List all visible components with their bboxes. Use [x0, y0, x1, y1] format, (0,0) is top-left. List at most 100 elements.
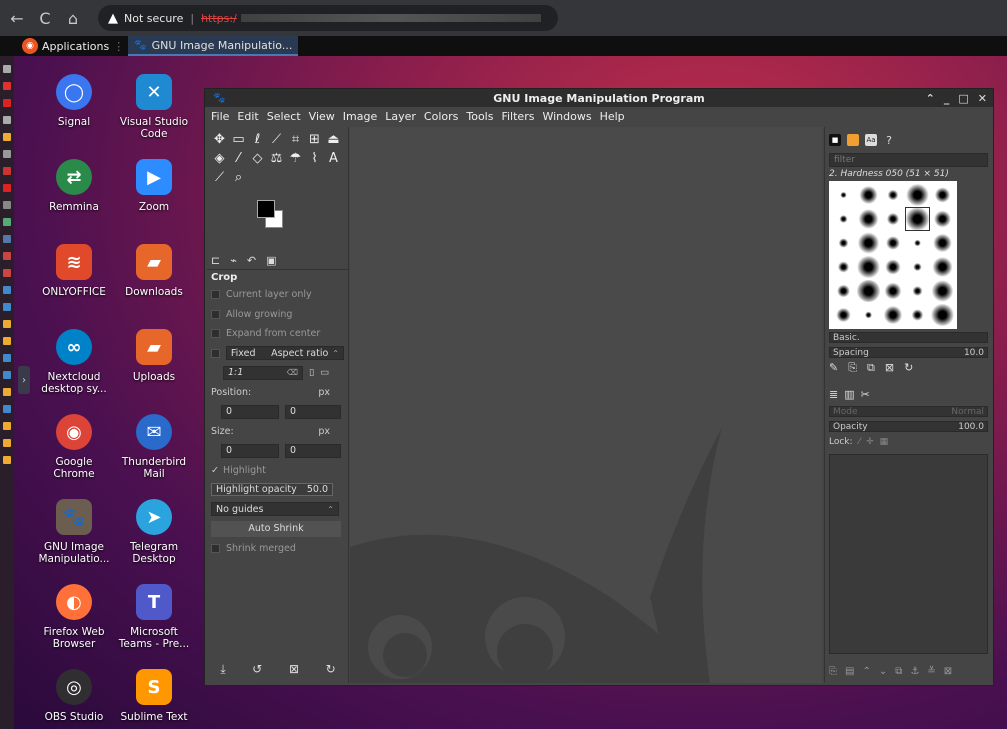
- desktop-icon[interactable]: ▰ Uploads: [114, 329, 194, 414]
- back-arrow-icon[interactable]: ←: [6, 7, 28, 29]
- desktop-icon[interactable]: ◉ Google Chrome: [34, 414, 114, 499]
- menu-layer[interactable]: Layer: [385, 110, 416, 123]
- fuzzy-select-icon[interactable]: ⟋: [268, 131, 285, 148]
- allow-growing-row[interactable]: Allow growing: [211, 305, 344, 325]
- current-layer-only-row[interactable]: Current layer only: [211, 285, 344, 305]
- window-close-icon[interactable]: ✕: [978, 92, 987, 105]
- dock-icon[interactable]: [3, 133, 11, 141]
- zoom-tool-icon[interactable]: ⌕: [230, 169, 247, 186]
- brush-filter-input[interactable]: filter: [829, 153, 988, 167]
- channels-tab-icon[interactable]: ▥: [844, 388, 854, 401]
- dock-expand-handle[interactable]: ›: [18, 366, 30, 394]
- position-x-input[interactable]: 0: [221, 404, 279, 419]
- lasso-icon[interactable]: ℓ: [249, 131, 266, 148]
- brush-swatch[interactable]: [832, 184, 855, 206]
- lock-position-icon[interactable]: ✛: [866, 437, 874, 447]
- menu-image[interactable]: Image: [343, 110, 377, 123]
- brush-swatch[interactable]: [906, 280, 930, 302]
- dock-icon[interactable]: [3, 320, 11, 328]
- layer-mode-select[interactable]: Mode Normal: [829, 406, 988, 417]
- lock-pixels-icon[interactable]: ⁄: [859, 437, 861, 447]
- brush-swatch[interactable]: [881, 232, 905, 254]
- dock-icon[interactable]: [3, 354, 11, 362]
- brush-swatch[interactable]: [856, 208, 880, 230]
- brush-swatch[interactable]: [856, 256, 880, 278]
- help-icon[interactable]: ?: [883, 134, 895, 147]
- foreground-color-swatch[interactable]: [257, 200, 275, 218]
- lower-layer-icon[interactable]: ⌄: [879, 666, 887, 677]
- brush-swatch[interactable]: [906, 184, 930, 206]
- bucket-fill-icon[interactable]: ◈: [211, 150, 228, 167]
- window-minimize-icon[interactable]: _: [944, 92, 950, 105]
- dock-icon[interactable]: [3, 184, 11, 192]
- ratio-input[interactable]: 1:1 ⌫: [223, 365, 303, 380]
- brushes-tab-icon[interactable]: ■: [829, 134, 841, 146]
- shrink-merged-row[interactable]: Shrink merged: [211, 539, 344, 559]
- menu-tools[interactable]: Tools: [466, 110, 493, 123]
- edit-brush-icon[interactable]: ✎: [829, 361, 838, 375]
- brush-swatch[interactable]: [856, 304, 880, 326]
- layer-group-icon[interactable]: ▤: [845, 666, 854, 677]
- desktop-icon[interactable]: ◐ Firefox Web Browser: [34, 584, 114, 669]
- applications-menu[interactable]: Applications: [42, 40, 109, 53]
- merge-layer-icon[interactable]: ≚: [927, 666, 935, 677]
- save-preset-icon[interactable]: ⤓: [220, 662, 225, 677]
- transform-tool-icon[interactable]: ⊞: [306, 131, 323, 148]
- anchor-layer-icon[interactable]: ⚓: [910, 666, 919, 677]
- brush-swatch[interactable]: [832, 304, 855, 326]
- dock-icon[interactable]: [3, 337, 11, 345]
- checkbox[interactable]: [211, 329, 220, 339]
- dock-icon[interactable]: [3, 99, 11, 107]
- delete-brush-icon[interactable]: ⊠: [885, 361, 894, 375]
- portrait-icon[interactable]: ▯: [309, 367, 314, 378]
- dock-icon[interactable]: [3, 235, 11, 243]
- dock-icon[interactable]: [3, 218, 11, 226]
- dock-icon[interactable]: [3, 286, 11, 294]
- desktop-icon[interactable]: ≋ ONLYOFFICE: [34, 244, 114, 329]
- move-tool-icon[interactable]: ✥: [211, 131, 228, 148]
- tool-options-tab-icon[interactable]: ⊏: [211, 254, 220, 267]
- new-layer-icon[interactable]: ⎘: [829, 666, 837, 677]
- desktop-icon[interactable]: ◯ Signal: [34, 74, 114, 159]
- images-tab-icon[interactable]: ▣: [266, 254, 276, 267]
- address-bar[interactable]: ▲ Not secure | https :/: [98, 5, 558, 31]
- desktop-icon[interactable]: 🐾 GNU Image Manipulatio...: [34, 499, 114, 584]
- restore-icon[interactable]: ↺: [252, 662, 262, 677]
- brush-swatch[interactable]: [881, 208, 905, 230]
- checkbox[interactable]: [211, 543, 220, 553]
- brush-swatch[interactable]: [881, 184, 905, 206]
- brush-swatch[interactable]: [881, 280, 905, 302]
- checkbox[interactable]: [211, 309, 220, 319]
- desktop-icon[interactable]: ∞ Nextcloud desktop sy...: [34, 329, 114, 414]
- menu-edit[interactable]: Edit: [237, 110, 258, 123]
- patterns-tab-icon[interactable]: [847, 134, 859, 146]
- fixed-checkbox[interactable]: [211, 348, 220, 358]
- spacing-slider[interactable]: Spacing 10.0: [829, 347, 988, 358]
- menu-filters[interactable]: Filters: [501, 110, 534, 123]
- rect-select-icon[interactable]: ▭: [230, 131, 247, 148]
- dock-icon[interactable]: [3, 371, 11, 379]
- position-unit[interactable]: px: [318, 387, 330, 398]
- fixed-mode-select[interactable]: Fixed Aspect ratio ⌃: [225, 346, 344, 361]
- clear-icon[interactable]: ⌫: [287, 368, 298, 377]
- position-y-input[interactable]: 0: [285, 404, 341, 419]
- expand-from-center-row[interactable]: Expand from center: [211, 324, 344, 344]
- window-shade-icon[interactable]: ⌃: [926, 92, 935, 105]
- brush-swatch[interactable]: [832, 232, 855, 254]
- auto-shrink-button[interactable]: Auto Shrink: [211, 520, 341, 537]
- dock-icon[interactable]: [3, 201, 11, 209]
- brush-swatch[interactable]: [931, 184, 954, 206]
- brush-grid[interactable]: [829, 181, 957, 329]
- eraser-icon[interactable]: ◇: [249, 150, 266, 167]
- dock-icon[interactable]: [3, 456, 11, 464]
- brush-swatch[interactable]: [931, 208, 954, 230]
- dock-icon[interactable]: [3, 150, 11, 158]
- brush-swatch[interactable]: [931, 232, 954, 254]
- desktop-icon[interactable]: T Microsoft Teams - Pre...: [114, 584, 194, 669]
- dock-icon[interactable]: [3, 422, 11, 430]
- menu-view[interactable]: View: [309, 110, 335, 123]
- smudge-icon[interactable]: ☂: [287, 150, 304, 167]
- size-x-input[interactable]: 0: [221, 443, 279, 458]
- brush-swatch[interactable]: [906, 232, 930, 254]
- landscape-icon[interactable]: ▭: [320, 367, 329, 378]
